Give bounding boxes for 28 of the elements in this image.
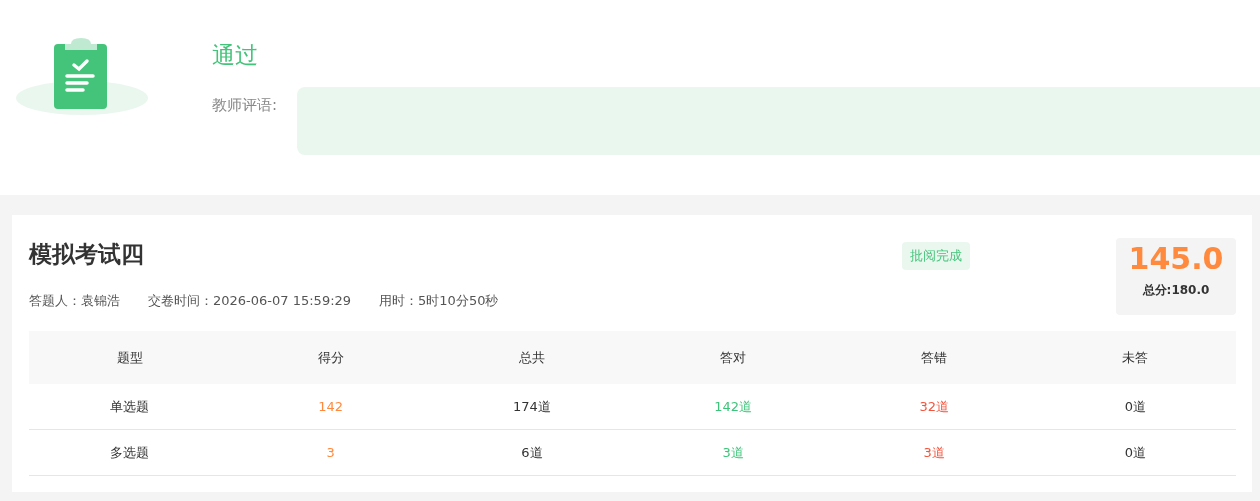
exam-info: 交卷时间：2026-06-07 15:59:29 <box>148 292 352 310</box>
table-cell-text: 单选题 <box>109 397 151 416</box>
table-cell-text: 0道 <box>1123 397 1148 416</box>
table-cell-text: 142 <box>317 399 345 414</box>
exam-info: 用时：5时10分50秒 <box>379 292 499 310</box>
table-cell-text: 3道 <box>721 443 745 462</box>
table-cell-text: 6道 <box>520 443 544 462</box>
table-cell-text: 142道 <box>713 397 753 416</box>
table-cell-text: 174道 <box>512 397 552 416</box>
table-cell-text: 3道 <box>922 443 946 462</box>
column-header: 答对 <box>719 348 748 367</box>
exam-info: 答题人：袁锦浩 <box>29 292 120 310</box>
status-badge: 批阅完成 <box>902 242 970 270</box>
clipboard-check-icon <box>15 38 149 118</box>
column-header: 题型 <box>115 348 144 367</box>
table-cell-text: 32道 <box>918 397 950 416</box>
pass-status: 通过 <box>212 41 259 70</box>
exam-title: 模拟考试四 <box>29 240 145 269</box>
column-header: 得分 <box>316 348 345 367</box>
column-header: 答错 <box>920 348 949 367</box>
column-header: 总共 <box>517 348 546 367</box>
table-cell-text: 0道 <box>1123 443 1148 462</box>
comment-label: 教师评语: <box>212 96 279 116</box>
total-score: 总分:180.0 <box>1141 282 1211 299</box>
table-cell-text: 多选题 <box>109 443 151 462</box>
score-value: 145.0 <box>1127 241 1225 276</box>
table-cell-text: 3 <box>325 445 336 460</box>
column-header: 未答 <box>1121 348 1150 367</box>
